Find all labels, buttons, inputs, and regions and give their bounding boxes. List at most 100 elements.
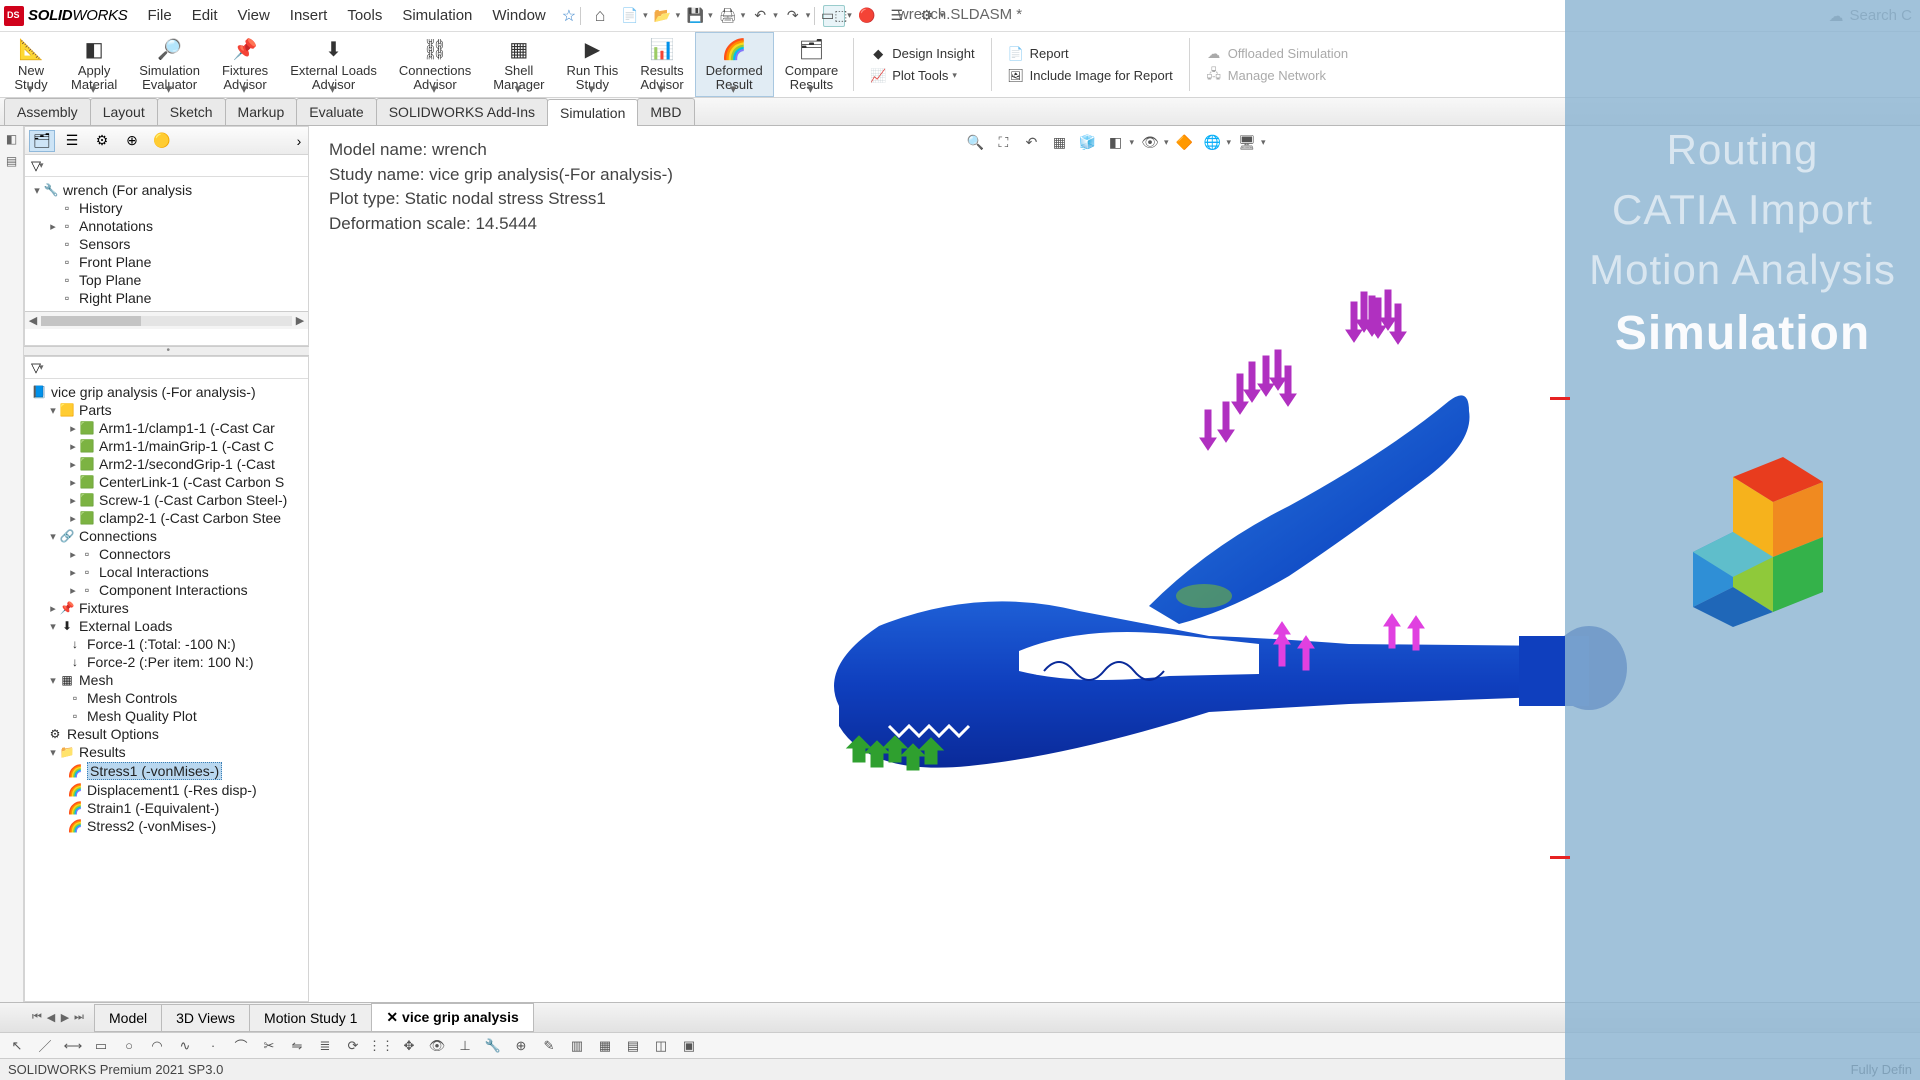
ribbon-report[interactable]: 📄 Report bbox=[1000, 43, 1181, 65]
save-icon[interactable] bbox=[684, 5, 706, 27]
appearance-icon[interactable]: 🔶 bbox=[1173, 130, 1197, 154]
tab-markup[interactable]: Markup bbox=[225, 98, 298, 125]
hide-icon[interactable]: 👁 bbox=[1138, 130, 1162, 154]
btab-3d-views[interactable]: 3D Views bbox=[161, 1004, 250, 1032]
mesh-item[interactable]: ▫Mesh Controls bbox=[27, 689, 306, 707]
spline-tool-icon[interactable]: ∿ bbox=[174, 1036, 196, 1056]
tree-root[interactable]: ▾🔧wrench (For analysis bbox=[27, 181, 306, 199]
part-item[interactable]: ▸🟩Arm1-1/mainGrip-1 (-Cast C bbox=[27, 437, 306, 455]
quick-snap-icon[interactable]: ⊕ bbox=[510, 1036, 532, 1056]
study-ext[interactable]: ▾⬇External Loads bbox=[27, 617, 306, 635]
strip-icon[interactable]: ◧ bbox=[6, 132, 17, 146]
point-tool-icon[interactable]: · bbox=[202, 1036, 224, 1056]
tab-solidworks-add-ins[interactable]: SOLIDWORKS Add-Ins bbox=[376, 98, 548, 125]
convert-tool-icon[interactable]: ⟳ bbox=[342, 1036, 364, 1056]
btab-motion-study-1[interactable]: Motion Study 1 bbox=[249, 1004, 372, 1032]
menu-window[interactable]: Window bbox=[482, 1, 555, 30]
sketch-tool-icon[interactable]: ▣ bbox=[678, 1036, 700, 1056]
tree-item[interactable]: ▫History bbox=[27, 199, 306, 217]
tree-item[interactable]: ▸▫Annotations bbox=[27, 217, 306, 235]
fm-tab-display-icon[interactable]: 🟡 bbox=[149, 130, 175, 152]
redo-icon[interactable] bbox=[782, 5, 804, 27]
ribbon-plot-tools[interactable]: 📈 Plot Tools▾ bbox=[862, 65, 982, 87]
ribbon-design-insight[interactable]: ◆ Design Insight bbox=[862, 43, 982, 65]
ribbon-simulation[interactable]: 🔎 Simulation Evaluator ▾ bbox=[128, 32, 211, 97]
study-tree[interactable]: 📘vice grip analysis (-For analysis-)▾🟨Pa… bbox=[25, 379, 308, 839]
menu-tools[interactable]: Tools bbox=[337, 1, 392, 30]
zoom-area-icon[interactable]: ⛶ bbox=[991, 130, 1015, 154]
ribbon-include-image-for-report[interactable]: 🖼 Include Image for Report bbox=[1000, 65, 1181, 87]
prev-tab-icon[interactable]: ◀ bbox=[44, 1011, 58, 1024]
tab-layout[interactable]: Layout bbox=[90, 98, 158, 125]
study-results[interactable]: ▾📁Results bbox=[27, 743, 306, 761]
result-item[interactable]: 🌈Stress2 (-vonMises-) bbox=[27, 817, 306, 835]
part-item[interactable]: ▸🟩Arm1-1/clamp1-1 (-Cast Car bbox=[27, 419, 306, 437]
menu-insert[interactable]: Insert bbox=[280, 1, 338, 30]
ribbon-connections[interactable]: ⛓ Connections Advisor ▾ bbox=[388, 32, 482, 97]
tab-evaluate[interactable]: Evaluate bbox=[296, 98, 376, 125]
offset-tool-icon[interactable]: ≣ bbox=[314, 1036, 336, 1056]
result-item[interactable]: 🌈Stress1 (-vonMises-) bbox=[27, 761, 306, 781]
study-mesh[interactable]: ▾▦Mesh bbox=[27, 671, 306, 689]
ribbon-results[interactable]: 📊 Results Advisor ▾ bbox=[629, 32, 694, 97]
display-icon[interactable]: ◧ bbox=[1103, 130, 1127, 154]
sketch-tool-icon[interactable]: ▤ bbox=[622, 1036, 644, 1056]
feature-tree[interactable]: ▾🔧wrench (For analysis▫History▸▫Annotati… bbox=[25, 177, 308, 311]
part-item[interactable]: ▸🟩Arm2-1/secondGrip-1 (-Cast bbox=[27, 455, 306, 473]
ribbon-new[interactable]: 📐 New Study ▾ bbox=[2, 32, 60, 97]
result-options[interactable]: ⚙Result Options bbox=[27, 725, 306, 743]
rapid-sketch-icon[interactable]: ✎ bbox=[538, 1036, 560, 1056]
part-item[interactable]: ▸🟩Screw-1 (-Cast Carbon Steel-) bbox=[27, 491, 306, 509]
tree-item[interactable]: ▫Sensors bbox=[27, 235, 306, 253]
part-item[interactable]: ▸🟩CenterLink-1 (-Cast Carbon S bbox=[27, 473, 306, 491]
conn-item[interactable]: ▸▫Connectors bbox=[27, 545, 306, 563]
star-icon[interactable] bbox=[556, 6, 576, 26]
study-fixtures[interactable]: ▸📌Fixtures bbox=[27, 599, 306, 617]
conn-item[interactable]: ▸▫Component Interactions bbox=[27, 581, 306, 599]
orient-icon[interactable]: 🧊 bbox=[1075, 130, 1099, 154]
strip-icon[interactable]: ▤ bbox=[6, 154, 17, 168]
line-tool-icon[interactable]: ／ bbox=[34, 1036, 56, 1056]
ribbon-shell[interactable]: ▦ Shell Manager ▾ bbox=[482, 32, 555, 97]
chevron-right-icon[interactable]: › bbox=[290, 133, 308, 149]
last-tab-icon[interactable]: ⏭ bbox=[72, 1011, 86, 1024]
prev-view-icon[interactable]: ↶ bbox=[1019, 130, 1043, 154]
result-item[interactable]: 🌈Strain1 (-Equivalent-) bbox=[27, 799, 306, 817]
display-tool-icon[interactable]: 👁 bbox=[426, 1036, 448, 1056]
study-conn[interactable]: ▾🔗Connections bbox=[27, 527, 306, 545]
first-tab-icon[interactable]: ⏮ bbox=[30, 1011, 44, 1024]
menu-edit[interactable]: Edit bbox=[182, 1, 228, 30]
load-item[interactable]: ↓Force-2 (:Per item: 100 N:) bbox=[27, 653, 306, 671]
ribbon-external-loads[interactable]: ⬇ External Loads Advisor ▾ bbox=[279, 32, 388, 97]
circle-tool-icon[interactable]: ○ bbox=[118, 1036, 140, 1056]
sketch-tool-icon[interactable]: ▥ bbox=[566, 1036, 588, 1056]
sketch-tool-icon[interactable]: ◫ bbox=[650, 1036, 672, 1056]
move-tool-icon[interactable]: ✥ bbox=[398, 1036, 420, 1056]
pattern-tool-icon[interactable]: ⋮⋮ bbox=[370, 1036, 392, 1056]
conn-item[interactable]: ▸▫Local Interactions bbox=[27, 563, 306, 581]
ribbon-run-this[interactable]: ▶ Run This Study ▾ bbox=[556, 32, 630, 97]
home-icon[interactable] bbox=[589, 5, 611, 27]
new-doc-icon[interactable] bbox=[619, 5, 641, 27]
part-item[interactable]: ▸🟩clamp2-1 (-Cast Carbon Stee bbox=[27, 509, 306, 527]
ribbon-deformed[interactable]: 🌈 Deformed Result ▾ bbox=[695, 32, 774, 97]
select-icon[interactable]: ⬚ bbox=[823, 5, 845, 27]
tree-item[interactable]: ▫Right Plane bbox=[27, 289, 306, 307]
ribbon-compare[interactable]: 🗂 Compare Results ▾ bbox=[774, 32, 849, 97]
section-icon[interactable]: ▦ bbox=[1047, 130, 1071, 154]
tab-assembly[interactable]: Assembly bbox=[4, 98, 91, 125]
fm-tab-dim-icon[interactable]: ⊕ bbox=[119, 130, 145, 152]
ribbon-fixtures[interactable]: 📌 Fixtures Advisor ▾ bbox=[211, 32, 279, 97]
undo-icon[interactable] bbox=[749, 5, 771, 27]
btab-model[interactable]: Model bbox=[94, 1004, 162, 1032]
mirror-tool-icon[interactable]: ⇋ bbox=[286, 1036, 308, 1056]
tree-item[interactable]: ▫Front Plane bbox=[27, 253, 306, 271]
menu-file[interactable]: File bbox=[138, 1, 182, 30]
tab-mbd[interactable]: MBD bbox=[637, 98, 694, 125]
smart-dim-icon[interactable]: ⟷ bbox=[62, 1036, 84, 1056]
relations-tool-icon[interactable]: ⊥ bbox=[454, 1036, 476, 1056]
tree-hscroll[interactable]: ◀▶ bbox=[25, 311, 308, 329]
tab-simulation[interactable]: Simulation bbox=[547, 99, 638, 126]
fm-tab-config-icon[interactable]: ⚙ bbox=[89, 130, 115, 152]
btab-vice-grip-analysis[interactable]: ✕ vice grip analysis bbox=[371, 1003, 533, 1032]
